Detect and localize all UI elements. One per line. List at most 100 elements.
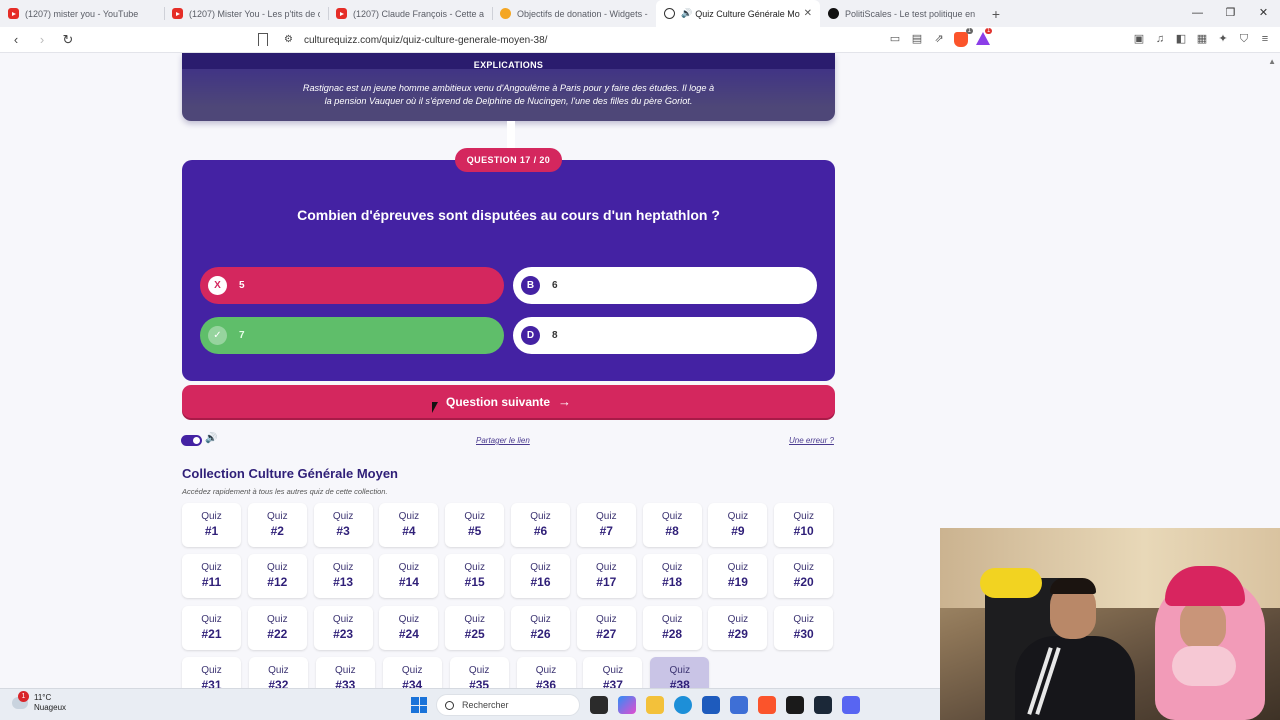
- next-question-button[interactable]: Question suivante →: [182, 385, 835, 418]
- quiz-link[interactable]: Quiz #4: [379, 503, 439, 547]
- quiz-link[interactable]: Quiz #2: [247, 503, 307, 547]
- share-link[interactable]: Partager le lien: [476, 436, 530, 445]
- quiz-link[interactable]: Quiz #38: [650, 656, 710, 688]
- discord-icon[interactable]: [842, 696, 860, 714]
- quiz-link[interactable]: Quiz #18: [642, 554, 702, 599]
- quiz-link[interactable]: Quiz #12: [247, 554, 307, 599]
- mouse-cursor: [432, 402, 438, 413]
- wallet-icon[interactable]: ▦: [1195, 32, 1209, 46]
- taskbar-search[interactable]: Rechercher: [436, 694, 580, 716]
- quiz-link[interactable]: Quiz #37: [583, 656, 643, 688]
- quiz-link-label: Quiz: [332, 562, 354, 574]
- edge-icon[interactable]: [674, 696, 692, 714]
- close-window-icon[interactable]: ✕: [1247, 0, 1280, 27]
- brave-shields-icon[interactable]: 1: [954, 28, 973, 47]
- quiz-link-number: #17: [596, 575, 617, 590]
- brave-rewards-icon[interactable]: 1: [976, 28, 993, 45]
- quiz-link[interactable]: Quiz #33: [315, 656, 375, 688]
- sidebar-icon[interactable]: ◧: [1174, 32, 1188, 46]
- copilot-icon[interactable]: [618, 696, 636, 714]
- quiz-link[interactable]: Quiz #36: [516, 656, 576, 688]
- quiz-link[interactable]: Quiz #32: [248, 656, 308, 688]
- quiz-link[interactable]: Quiz #8: [642, 503, 702, 547]
- browser-tab[interactable]: (1207) Mister You - Les p'tits de che: [164, 0, 328, 27]
- vpn-icon[interactable]: ⛉: [1237, 32, 1251, 46]
- file-explorer-icon[interactable]: [646, 696, 664, 714]
- menu-icon[interactable]: ≡: [1258, 32, 1272, 46]
- quiz-link-number: #2: [270, 524, 284, 538]
- brave-icon[interactable]: [758, 696, 776, 714]
- quiz-link[interactable]: Quiz #31: [182, 656, 241, 688]
- quiz-link[interactable]: Quiz #27: [576, 605, 636, 650]
- screenshot-icon[interactable]: ▣: [1132, 32, 1146, 46]
- quiz-link[interactable]: Quiz #30: [774, 605, 834, 650]
- share-icon[interactable]: ⇗: [932, 32, 946, 46]
- quiz-link[interactable]: Quiz #21: [182, 605, 241, 650]
- windows-start-icon[interactable]: [411, 697, 427, 713]
- quiz-link[interactable]: Quiz #9: [708, 503, 768, 547]
- browser-tab[interactable]: PolitiScales - Le test politique en lign: [820, 0, 984, 27]
- quiz-link[interactable]: Quiz #23: [313, 605, 373, 650]
- steam-icon[interactable]: [814, 696, 832, 714]
- quiz-link[interactable]: Quiz #10: [774, 503, 834, 547]
- quiz-link[interactable]: Quiz #15: [445, 554, 505, 599]
- sound-toggle[interactable]: [181, 435, 202, 446]
- quiz-link[interactable]: Quiz #13: [313, 554, 373, 599]
- quiz-link[interactable]: Quiz #29: [708, 605, 768, 650]
- reload-icon[interactable]: ↻: [58, 32, 78, 48]
- reader-icon[interactable]: ▤: [910, 32, 924, 46]
- scroll-up-icon[interactable]: ▲: [1268, 57, 1276, 66]
- mail-icon[interactable]: [730, 696, 748, 714]
- shields-count: 1: [965, 28, 973, 34]
- terminal-icon[interactable]: [590, 696, 608, 714]
- answer-d[interactable]: D 8: [513, 317, 817, 354]
- quiz-link[interactable]: Quiz #3: [313, 503, 373, 547]
- minimize-icon[interactable]: —: [1181, 0, 1214, 27]
- quiz-link[interactable]: Quiz #16: [511, 554, 570, 599]
- quiz-link[interactable]: Quiz #17: [576, 554, 636, 599]
- quiz-link-label: Quiz: [530, 511, 551, 522]
- quiz-link[interactable]: Quiz #25: [445, 605, 505, 650]
- browser-tab[interactable]: (1207) Claude François - Cette anné: [328, 0, 492, 27]
- quiz-link[interactable]: Quiz #24: [379, 605, 439, 650]
- quiz-link[interactable]: Quiz #19: [708, 554, 768, 599]
- quiz-link[interactable]: Quiz #35: [449, 656, 509, 688]
- url-text[interactable]: culturequizz.com/quiz/quiz-culture-gener…: [304, 35, 547, 46]
- report-error-link[interactable]: Une erreur ?: [789, 436, 834, 445]
- search-icon: [445, 700, 454, 710]
- quiz-link[interactable]: Quiz #7: [576, 503, 636, 547]
- new-tab-button[interactable]: +: [984, 6, 1008, 22]
- browser-tab-active[interactable]: 🔊 Quiz Culture Générale Moyen ✕: [656, 0, 820, 27]
- speaker-icon[interactable]: 🔊: [681, 8, 692, 19]
- close-icon[interactable]: ✕: [804, 8, 812, 19]
- cast-icon[interactable]: ▭: [888, 32, 902, 46]
- quiz-link[interactable]: Quiz #5: [445, 503, 505, 547]
- arrow-right-icon: →: [558, 394, 572, 409]
- browser-tab[interactable]: (1207) mister you - YouTube: [0, 0, 164, 27]
- weather-widget[interactable]: 1 11°C Nuageux: [12, 691, 66, 713]
- answer-c-correct[interactable]: ✓ 7: [200, 317, 504, 354]
- browser-tab[interactable]: Objectifs de donation - Widgets - D: [492, 0, 656, 27]
- answer-b[interactable]: B 6: [513, 267, 817, 304]
- quiz-link[interactable]: Quiz #26: [511, 605, 570, 650]
- streaming-app-icon[interactable]: [786, 696, 804, 714]
- quiz-link[interactable]: Quiz #11: [182, 554, 241, 599]
- site-info-icon[interactable]: ⚙: [284, 34, 296, 46]
- bookmark-icon[interactable]: [258, 33, 268, 46]
- answer-a-wrong[interactable]: X 5: [200, 267, 504, 304]
- quiz-link[interactable]: Quiz #28: [642, 605, 702, 650]
- media-icon[interactable]: ♫: [1153, 32, 1167, 46]
- quiz-link[interactable]: Quiz #1: [182, 503, 241, 547]
- back-icon[interactable]: ‹: [6, 32, 26, 47]
- store-icon[interactable]: [702, 696, 720, 714]
- forward-icon[interactable]: ›: [32, 32, 52, 47]
- quiz-link[interactable]: Quiz #34: [382, 656, 442, 688]
- quiz-link[interactable]: Quiz #20: [774, 554, 834, 599]
- quiz-link[interactable]: Quiz #6: [511, 503, 570, 547]
- tab-title: (1207) Claude François - Cette anné: [353, 8, 484, 19]
- quiz-link-label: Quiz: [596, 562, 617, 574]
- leo-ai-icon[interactable]: ✦: [1216, 32, 1230, 46]
- quiz-link[interactable]: Quiz #14: [379, 554, 439, 599]
- quiz-link[interactable]: Quiz #22: [247, 605, 307, 650]
- restore-icon[interactable]: ❐: [1214, 0, 1247, 27]
